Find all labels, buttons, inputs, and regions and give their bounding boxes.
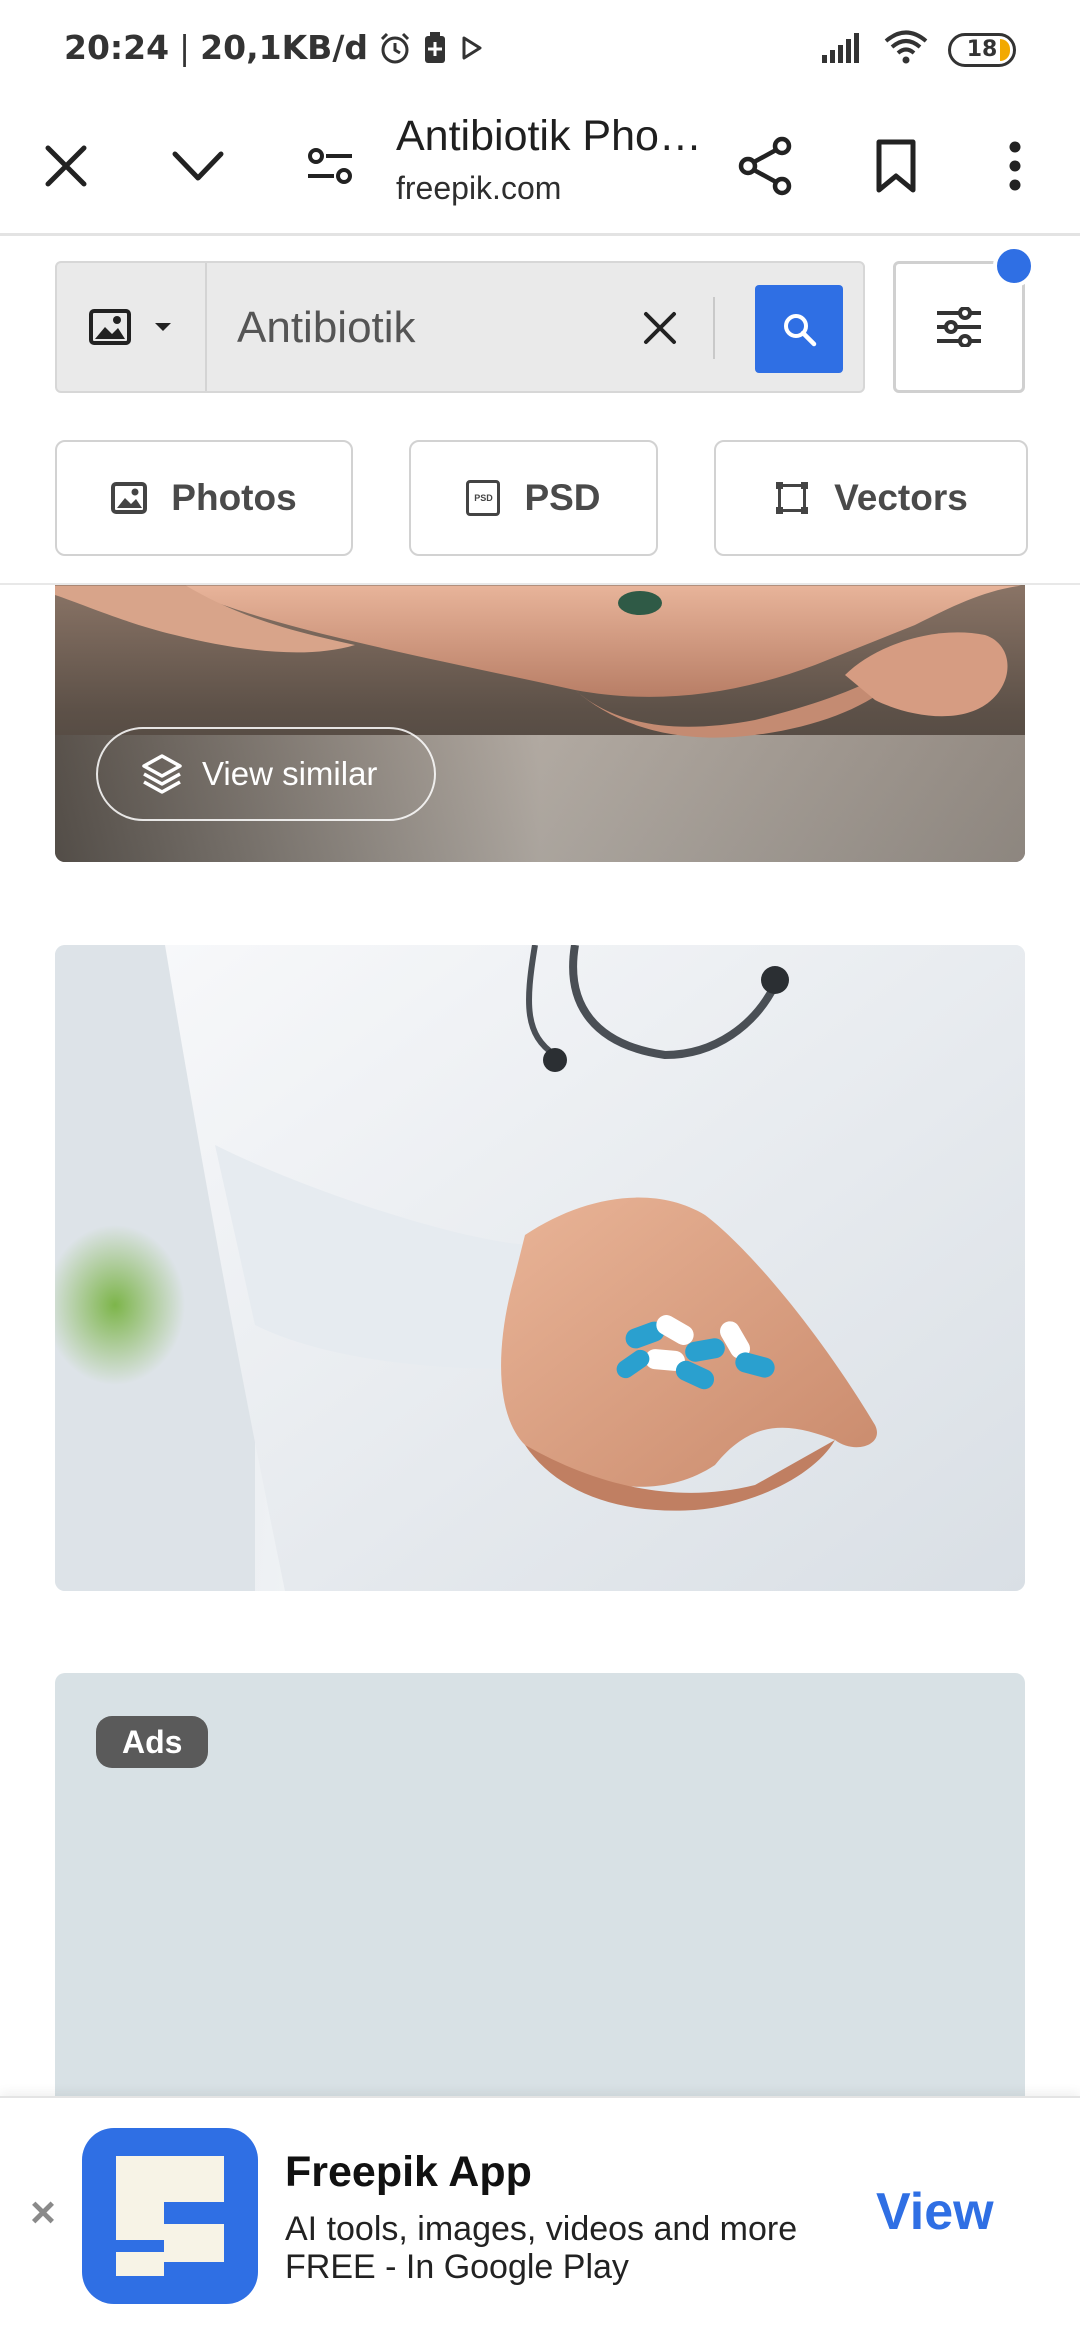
- clear-search-button[interactable]: [627, 295, 693, 361]
- signal-icon: [820, 31, 864, 68]
- view-similar-label: View similar: [202, 755, 378, 792]
- psd-icon: PSD: [466, 480, 501, 516]
- active-filter-indicator: [993, 245, 1035, 287]
- play-store-icon: [458, 34, 486, 62]
- status-left: 20:24 | 20,1KB/d: [64, 28, 486, 67]
- minimize-button[interactable]: [158, 126, 238, 206]
- photo-icon: [111, 482, 148, 514]
- psd-icon-text: PSD: [474, 493, 493, 503]
- search-box: [55, 261, 865, 393]
- bookmark-button[interactable]: [856, 126, 936, 206]
- banner-close-icon: ×: [30, 2188, 56, 2237]
- ads-badge: Ads: [96, 1716, 209, 1768]
- bookmark-icon: [876, 139, 916, 193]
- view-app-button[interactable]: View: [876, 2182, 994, 2242]
- separator: |: [179, 28, 191, 67]
- app-name: Freepik App: [285, 2148, 532, 2196]
- search-divider: [713, 297, 715, 359]
- battery-fill: [1000, 38, 1010, 61]
- chevron-down-icon: [172, 151, 224, 181]
- close-icon: [45, 145, 87, 187]
- network-speed: 20,1KB/d: [200, 28, 368, 67]
- search-icon: [784, 314, 817, 347]
- app-logo[interactable]: [82, 2128, 258, 2304]
- status-bar: 20:24 | 20,1KB/d 18: [0, 0, 1080, 100]
- tune-icon: [308, 148, 352, 184]
- search-input[interactable]: [237, 293, 677, 363]
- ad-card[interactable]: Ads: [55, 1673, 1025, 2123]
- result-image-doctor: [55, 945, 1025, 1591]
- freepik-logo-icon: [116, 2156, 224, 2276]
- type-chip-label: Photos: [171, 477, 297, 518]
- more-vert-icon: [1009, 141, 1021, 191]
- vector-icon: [776, 482, 809, 514]
- caret-down-icon: [155, 323, 171, 331]
- app-description: AI tools, images, videos and more FREE -…: [285, 2210, 845, 2286]
- clear-icon: [644, 312, 676, 344]
- battery-saver-icon: [422, 31, 448, 65]
- banner-close-button[interactable]: ×: [18, 2188, 68, 2238]
- result-card-doctor[interactable]: [55, 945, 1025, 1591]
- type-chip-photos[interactable]: Photos: [55, 440, 353, 556]
- search-area: Photos PSD PSD Vectors: [0, 239, 1080, 585]
- sliders-icon: [937, 307, 981, 347]
- browser-toolbar: Antibiotik Pho… freepik.com: [0, 100, 1080, 236]
- app-description-line-2: FREE - In Google Play: [285, 2248, 629, 2286]
- search-button[interactable]: [755, 285, 843, 373]
- clock: 20:24: [64, 28, 170, 67]
- result-card-hands[interactable]: View similar: [55, 585, 1025, 862]
- type-chip-psd[interactable]: PSD PSD: [409, 440, 658, 556]
- share-button[interactable]: [725, 126, 805, 206]
- wifi-icon: [884, 30, 928, 69]
- view-similar-button[interactable]: View similar: [96, 727, 436, 821]
- share-icon: [738, 136, 792, 196]
- content-type-dropdown[interactable]: [57, 263, 207, 391]
- more-options-button[interactable]: [975, 126, 1055, 206]
- app-install-banner: × Freepik App AI tools, images, videos a…: [0, 2096, 1080, 2340]
- app-description-line-1: AI tools, images, videos and more: [285, 2210, 798, 2248]
- page-url: freepik.com: [396, 170, 562, 206]
- close-tab-button[interactable]: [26, 126, 106, 206]
- status-right: 18: [820, 30, 1016, 69]
- layers-icon: [142, 754, 182, 794]
- battery-level: 18: [966, 37, 998, 62]
- alarm-icon: [378, 31, 412, 65]
- page-settings-button[interactable]: [290, 126, 370, 206]
- type-chip-label: Vectors: [834, 477, 968, 518]
- type-chip-vectors[interactable]: Vectors: [714, 440, 1028, 556]
- page-title: Antibiotik Pho…: [396, 112, 702, 160]
- type-chip-label: PSD: [524, 477, 601, 518]
- battery-icon: 18: [948, 32, 1016, 67]
- image-icon: [89, 309, 131, 345]
